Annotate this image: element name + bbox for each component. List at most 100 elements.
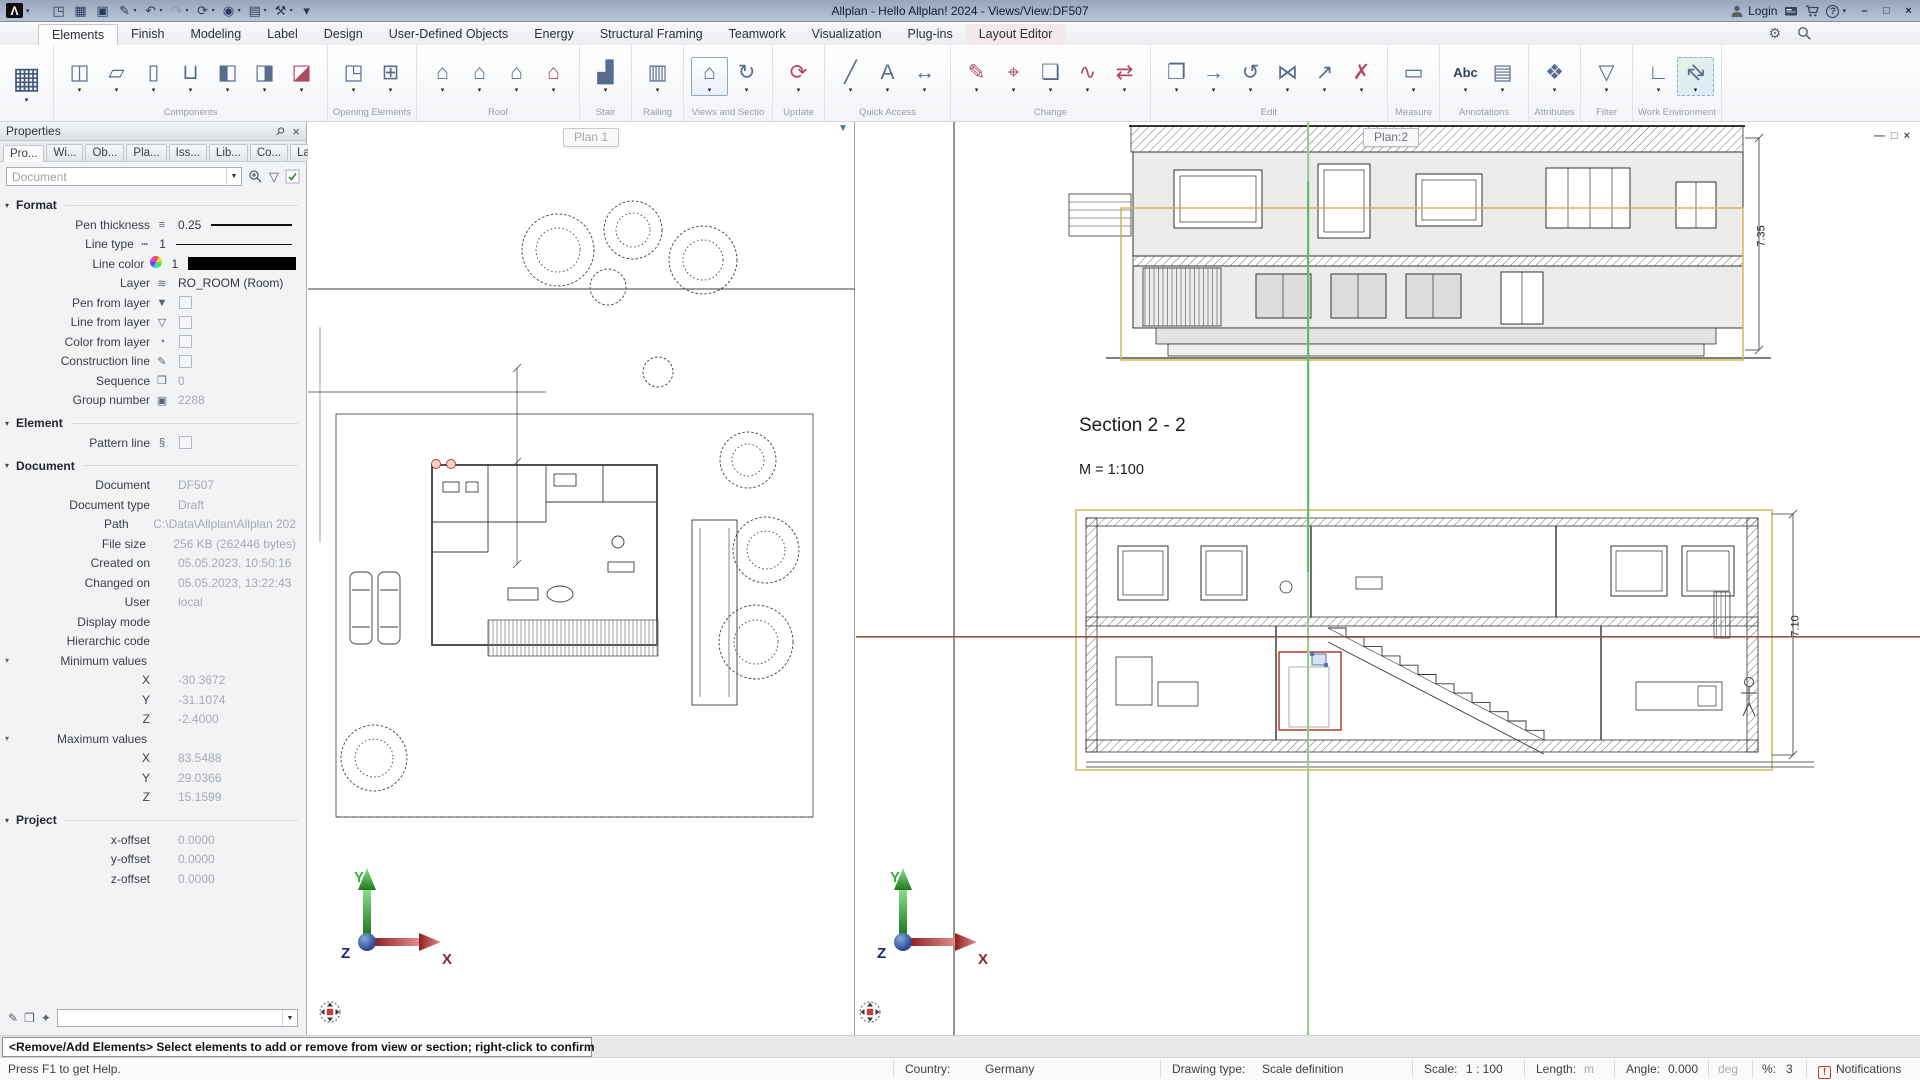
property-value[interactable]: 29.0366	[178, 771, 221, 785]
dormer-tool-icon[interactable]: ⌂▾	[498, 58, 535, 95]
favorite-combo[interactable]: ▼	[57, 1009, 298, 1027]
property-value[interactable]: 1	[172, 257, 179, 271]
zoom-select-icon[interactable]	[248, 169, 263, 184]
legend-tool-icon[interactable]: ▤▾	[1484, 58, 1521, 95]
percent-value[interactable]: 3	[1786, 1062, 1793, 1076]
minimize-button[interactable]: –	[1857, 5, 1872, 18]
property-value[interactable]: 0.0000	[178, 872, 215, 886]
panel-close-icon[interactable]: ×	[292, 124, 300, 139]
foundation-tool-icon[interactable]: ⊔▾	[172, 58, 209, 95]
viewport-plan2[interactable]: Y X Z Plan:2 — □ × Se	[856, 122, 1920, 1035]
property-value[interactable]: DF507	[178, 478, 214, 492]
railing-tool-icon[interactable]: ▥▾	[639, 58, 676, 95]
tab-visualization[interactable]: Visualization	[799, 24, 895, 45]
tab-modeling[interactable]: Modeling	[177, 24, 254, 45]
new-edit-icon[interactable]: ✎▾	[117, 4, 137, 18]
attributes-tag-tool-icon[interactable]: ❖▾	[1536, 58, 1573, 95]
section-header[interactable]: ▾Format	[0, 195, 306, 215]
close-button[interactable]: ×	[1901, 5, 1916, 18]
slab-tool-icon[interactable]: ▱▾	[98, 58, 135, 95]
save-icon[interactable]: ▣	[95, 4, 111, 18]
property-value[interactable]: Draft	[178, 498, 204, 512]
viewport-plan1[interactable]: Y X Z Plan 1	[308, 122, 855, 1035]
section-update-tool-icon[interactable]: ↻▾	[728, 58, 765, 95]
project-icon[interactable]: ▦	[73, 4, 89, 18]
plan2-compass-icon[interactable]	[860, 1002, 880, 1022]
property-checkbox[interactable]	[179, 316, 192, 329]
tab-finish[interactable]: Finish	[118, 24, 177, 45]
window-tool-icon[interactable]: ⊞▾	[372, 58, 409, 95]
tab-elements[interactable]: Elements	[38, 24, 118, 45]
building-structure-launcher[interactable]: ▦ ▾	[0, 45, 54, 121]
properties-tab-pro[interactable]: Pro...	[3, 145, 44, 162]
apply-check-icon[interactable]	[285, 169, 300, 184]
pin-icon[interactable]: ⚲	[273, 124, 288, 139]
section-header[interactable]: ▾Project	[0, 810, 306, 830]
angle-unit[interactable]: deg	[1718, 1062, 1738, 1076]
search-icon[interactable]	[1797, 26, 1812, 41]
section-header[interactable]: ▾Element	[0, 413, 306, 433]
property-value[interactable]: 05.05.2023, 10:50:16	[178, 556, 291, 570]
property-value[interactable]: -30.3672	[178, 673, 225, 687]
customize-chevron-icon[interactable]: ▾	[299, 4, 315, 18]
undo-icon[interactable]: ↶▾	[143, 4, 163, 18]
roof-covering-tool-icon[interactable]: ⌂▾	[535, 58, 572, 95]
combo-dropdown-icon[interactable]: ▼	[226, 168, 241, 185]
property-value[interactable]: 0.0000	[178, 852, 215, 866]
property-checkbox[interactable]	[179, 335, 192, 348]
line-tool-icon[interactable]: ╱▾	[832, 58, 869, 95]
collapse-icon[interactable]: ▾	[5, 419, 9, 428]
drawing-canvas[interactable]: Y X Z Plan 1	[308, 122, 1920, 1035]
view-mode-icon[interactable]: ◉▾	[221, 4, 241, 18]
properties-tab-wi[interactable]: Wi...	[46, 144, 83, 161]
align-tool-icon[interactable]: ⇄▾	[1106, 58, 1143, 95]
properties-tab-pla[interactable]: Pla...	[126, 144, 166, 161]
properties-tab-co[interactable]: Co...	[250, 144, 288, 161]
resize-tool-icon[interactable]: ↗▾	[1306, 58, 1343, 95]
demolish-tool-icon[interactable]: ◪▾	[283, 58, 320, 95]
property-value[interactable]: 1	[159, 237, 166, 251]
component-update-tool-icon[interactable]: ⟳▾	[780, 58, 817, 95]
redo-icon[interactable]: ↷▾	[169, 4, 189, 18]
tab-layout-editor[interactable]: Layout Editor	[966, 24, 1066, 45]
properties-filter-combo[interactable]: Document ▼	[6, 167, 242, 186]
properties-tab-ob[interactable]: Ob...	[85, 144, 124, 161]
navigation-mode-tool-icon[interactable]: ⇄▾	[1677, 57, 1714, 96]
login-button[interactable]: Login	[1730, 4, 1777, 18]
tab-plug-ins[interactable]: Plug-ins	[895, 24, 966, 45]
license-card-icon[interactable]	[1784, 4, 1798, 18]
property-value[interactable]: -2.4000	[178, 712, 219, 726]
roof-frame-tool-icon[interactable]: ⌂▾	[461, 58, 498, 95]
property-checkbox[interactable]	[179, 436, 192, 449]
property-value[interactable]: 0.0000	[178, 833, 215, 847]
stretch-node-tool-icon[interactable]: ⌖▾	[995, 58, 1032, 95]
property-checkbox[interactable]	[179, 296, 192, 309]
edit-area-tool-icon[interactable]: ❏▾	[1032, 58, 1069, 95]
viewer-icon[interactable]: ◳	[51, 4, 67, 18]
text-abc-tool-icon[interactable]: Abc▾	[1447, 58, 1484, 95]
property-value[interactable]: 0	[178, 374, 185, 388]
copy-tool-icon[interactable]: ❐▾	[1158, 58, 1195, 95]
drawing-type-value[interactable]: Scale definition	[1262, 1062, 1343, 1076]
delete-tool-icon[interactable]: ✗▾	[1343, 58, 1380, 95]
property-value[interactable]: 83.5488	[178, 751, 221, 765]
door-tool-icon[interactable]: ◳▾	[335, 58, 372, 95]
column-tool-icon[interactable]: ▯▾	[135, 58, 172, 95]
move-tool-icon[interactable]: →▾	[1195, 58, 1232, 95]
property-value[interactable]: 256 KB (262446 bytes)	[173, 537, 296, 551]
property-value[interactable]: 0.25	[178, 218, 201, 232]
properties-tab-iss[interactable]: Iss...	[169, 144, 207, 161]
property-value[interactable]: 2288	[178, 393, 205, 407]
plan1-chip[interactable]: Plan 1	[563, 128, 619, 147]
property-value[interactable]: C:\Data\Allplan\Allplan 202	[153, 517, 296, 531]
plan1-compass-icon[interactable]	[320, 1002, 340, 1022]
mirror-tool-icon[interactable]: ⋈▾	[1269, 58, 1306, 95]
tab-user-defined-objects[interactable]: User-Defined Objects	[376, 24, 522, 45]
view-close-icon[interactable]: ×	[1904, 131, 1910, 142]
dimension-tool-icon[interactable]: ↔▾	[906, 58, 943, 95]
property-value[interactable]: local	[178, 595, 203, 609]
view-restore-icon[interactable]: □	[1891, 131, 1898, 142]
angle-value[interactable]: 0.000	[1668, 1062, 1698, 1076]
collapse-icon[interactable]: ▾	[5, 461, 9, 470]
notifications-button[interactable]: !Notifications	[1818, 1062, 1901, 1079]
